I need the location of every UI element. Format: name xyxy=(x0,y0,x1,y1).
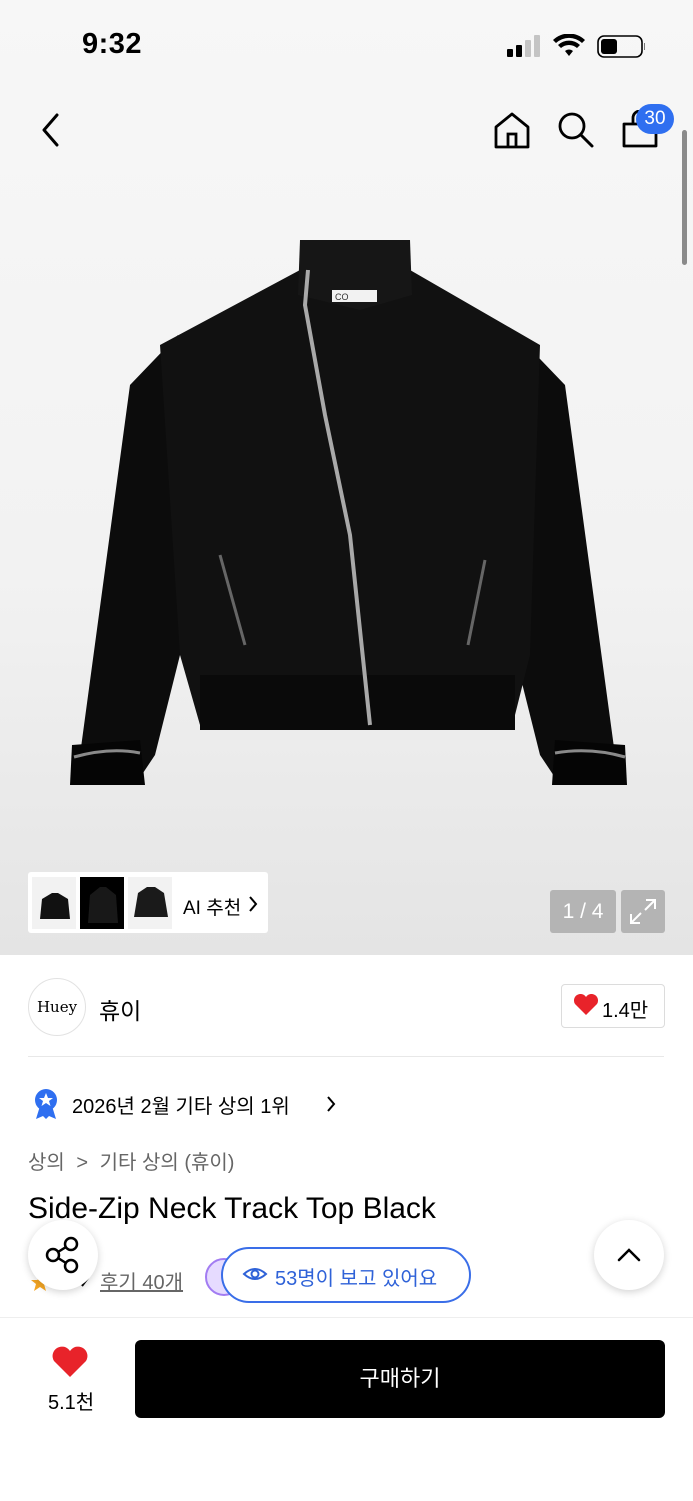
review-count-link[interactable]: 후기 40개 xyxy=(100,1266,183,1295)
thumbnail-2[interactable] xyxy=(80,877,124,929)
jacket-product-image: CO xyxy=(70,240,627,785)
share-icon xyxy=(45,1236,79,1274)
battery-icon xyxy=(597,35,645,58)
image-counter: 1 / 4 xyxy=(550,890,616,933)
brand-like-count: 1.4만 xyxy=(602,1000,649,1022)
chevron-right-icon xyxy=(249,896,258,912)
status-indicators xyxy=(507,34,645,58)
brand-logo[interactable]: Huey xyxy=(28,978,86,1036)
search-icon[interactable] xyxy=(556,110,596,150)
breadcrumb-item-top[interactable]: 상의 xyxy=(28,1152,65,1174)
cart-count-badge: 30 xyxy=(636,104,674,134)
scrollbar[interactable] xyxy=(682,130,687,265)
chevron-up-icon xyxy=(617,1248,641,1262)
thumbnail-1[interactable] xyxy=(32,877,76,929)
breadcrumb-item-sub[interactable]: 기타 상의 (휴이) xyxy=(100,1152,235,1174)
home-icon[interactable] xyxy=(492,110,532,150)
back-icon[interactable] xyxy=(38,112,64,148)
chevron-right-icon xyxy=(327,1096,336,1112)
breadcrumb: 상의 > 기타 상의 (휴이) xyxy=(28,1146,234,1175)
buy-button[interactable]: 구매하기 xyxy=(135,1340,665,1418)
cellular-signal-icon xyxy=(507,35,540,57)
brand-name[interactable]: 휴이 xyxy=(99,992,141,1026)
share-button[interactable] xyxy=(28,1220,98,1290)
thumbnail-3[interactable] xyxy=(128,877,172,929)
divider xyxy=(28,1056,664,1057)
status-time: 9:32 xyxy=(82,28,143,60)
viewers-text: 53명이 보고 있어요 xyxy=(275,1268,438,1290)
expand-icon[interactable] xyxy=(621,890,665,933)
wishlist-heart-icon[interactable] xyxy=(51,1345,89,1379)
garment-tag-text: CO xyxy=(335,292,349,302)
scroll-top-button[interactable] xyxy=(594,1220,664,1290)
ranking-text[interactable]: 2026년 2월 기타 상의 1위 xyxy=(72,1090,290,1119)
eye-icon xyxy=(242,1268,268,1280)
heart-icon xyxy=(573,994,599,1015)
wishlist-count: 5.1천 xyxy=(48,1392,95,1414)
ranking-badge-icon xyxy=(35,1089,57,1119)
wifi-icon xyxy=(553,34,585,56)
ai-recommend-label[interactable]: AI 추천 xyxy=(183,893,241,920)
breadcrumb-separator-icon: > xyxy=(76,1152,89,1174)
